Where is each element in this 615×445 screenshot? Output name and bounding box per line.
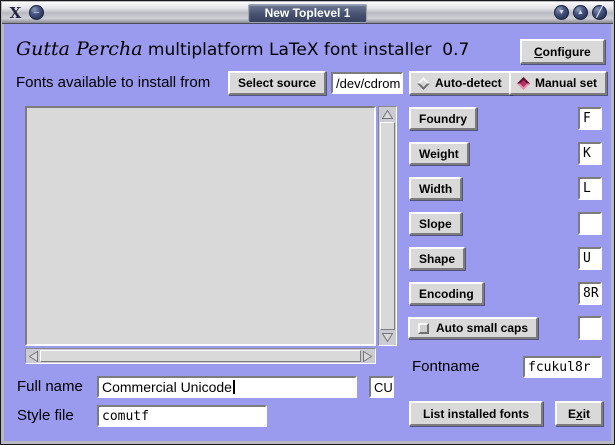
slope-button[interactable]: Slope xyxy=(409,212,462,235)
encoding-input[interactable]: 8R xyxy=(578,282,602,305)
x11-logo-icon: X xyxy=(7,4,24,21)
checkbox-indicator-icon xyxy=(418,323,429,334)
vertical-scroll-thumb[interactable] xyxy=(380,122,395,330)
window-title: New Toplevel 1 xyxy=(248,4,368,23)
style-file-label: Style file xyxy=(17,407,74,424)
configure-button[interactable]: Configure xyxy=(520,39,605,64)
radio-indicator-icon xyxy=(417,77,430,90)
fontname-label: Fontname xyxy=(412,358,480,375)
foundry-button[interactable]: Foundry xyxy=(409,107,477,130)
slope-input[interactable] xyxy=(578,212,602,235)
select-source-button[interactable]: Select source xyxy=(228,71,326,95)
encoding-button[interactable]: Encoding xyxy=(409,282,484,305)
full-name-label: Full name xyxy=(17,378,83,395)
window-menu-button[interactable]: – xyxy=(29,5,44,20)
horizontal-scrollbar[interactable] xyxy=(25,348,376,364)
vertical-scrollbar[interactable] xyxy=(378,106,397,346)
scroll-down-icon[interactable] xyxy=(380,331,395,344)
shape-input[interactable]: U xyxy=(578,247,602,270)
horizontal-scroll-thumb[interactable] xyxy=(40,350,361,362)
unshade-button[interactable]: ▲ xyxy=(573,5,588,20)
scroll-left-icon[interactable] xyxy=(27,350,40,362)
radio-indicator-selected-icon xyxy=(517,77,530,90)
font-listbox[interactable] xyxy=(25,106,376,346)
auto-detect-radio[interactable]: Auto-detect xyxy=(409,71,512,95)
foundry-input[interactable]: F xyxy=(578,107,602,130)
scroll-right-icon[interactable] xyxy=(361,350,374,362)
close-button[interactable]: ╱ xyxy=(592,5,607,20)
device-input[interactable]: /dev/cdrom xyxy=(331,72,403,94)
exit-button[interactable]: Exit xyxy=(555,401,603,426)
page-title-text: multiplatform LaTeX font installer xyxy=(148,40,432,60)
shade-button[interactable]: ▼ xyxy=(554,5,569,20)
full-name-input[interactable]: Commercial Unicode xyxy=(97,376,357,398)
weight-input[interactable]: K xyxy=(578,142,602,165)
text-cursor xyxy=(233,380,235,394)
version-label: 0.7 xyxy=(442,40,469,60)
list-installed-fonts-button[interactable]: List installed fonts xyxy=(409,401,543,426)
manual-set-radio[interactable]: Manual set xyxy=(509,71,607,95)
width-button[interactable]: Width xyxy=(409,177,462,200)
abbreviation-input[interactable]: CU xyxy=(369,376,394,398)
style-file-input[interactable]: comutf xyxy=(97,405,267,427)
fontname-input[interactable]: fcukul8r xyxy=(523,356,602,378)
brand-name: Gutta Percha xyxy=(16,38,143,60)
source-label: Fonts available to install from xyxy=(16,74,210,91)
scroll-up-icon[interactable] xyxy=(380,108,395,121)
page-title: Gutta Percha multiplatform LaTeX font in… xyxy=(16,38,469,60)
auto-small-caps-checkbox[interactable]: Auto small caps xyxy=(408,317,538,339)
titlebar[interactable]: X – New Toplevel 1 ▼ ▲ ╱ xyxy=(2,2,613,24)
window: X – New Toplevel 1 ▼ ▲ ╱ Gutta Percha mu… xyxy=(0,0,615,445)
width-input[interactable]: L xyxy=(578,177,602,200)
weight-button[interactable]: Weight xyxy=(409,142,469,165)
shape-button[interactable]: Shape xyxy=(409,247,465,270)
small-caps-input[interactable] xyxy=(578,316,602,340)
